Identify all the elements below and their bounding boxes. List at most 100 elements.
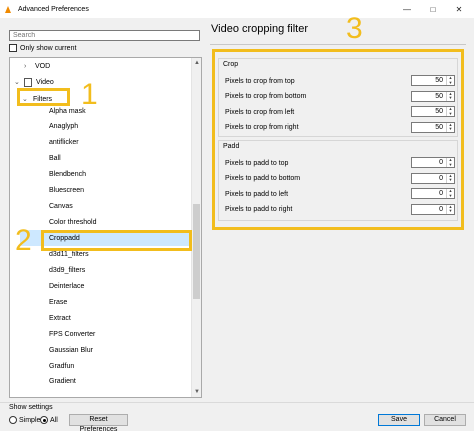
croppadd-highlight-box	[41, 230, 192, 251]
crop-value[interactable]: 50	[412, 92, 446, 101]
save-button[interactable]: Save	[378, 414, 420, 426]
spin-arrows-icon[interactable]: ▲ ▼	[446, 157, 454, 168]
filter-item[interactable]: Anaglyph	[49, 119, 78, 135]
spin-down-icon[interactable]: ▼	[447, 80, 454, 86]
filter-item-label: Canvas	[49, 203, 73, 211]
tree-item-label: VOD	[35, 62, 51, 70]
filter-item-label: d3d11_filters	[49, 250, 89, 258]
filter-item-label: Gradfun	[49, 362, 75, 370]
spin-down-icon[interactable]: ▼	[447, 111, 454, 117]
padd-field-row: Pixels to padd to right 0 ▲ ▼	[225, 203, 459, 216]
filter-item[interactable]: Extract	[49, 310, 71, 326]
crop-value-spinbox[interactable]: 50 ▲ ▼	[411, 75, 455, 86]
filter-item[interactable]: Gradfun	[49, 358, 74, 374]
vlc-cone-icon	[4, 5, 13, 14]
spin-arrows-icon[interactable]: ▲ ▼	[446, 106, 454, 117]
simple-label: Simple	[19, 416, 41, 424]
minimize-button[interactable]: —	[396, 0, 418, 18]
padd-field-row: Pixels to padd to bottom 0 ▲ ▼	[225, 172, 459, 185]
spin-arrows-icon[interactable]: ▲ ▼	[446, 188, 454, 199]
crop-value[interactable]: 50	[412, 76, 446, 85]
panel-title: Video cropping filter	[211, 23, 309, 35]
filter-item-label: Gaussian Blur	[49, 346, 93, 354]
spin-arrows-icon[interactable]: ▲ ▼	[446, 122, 454, 132]
spin-arrows-icon[interactable]: ▲ ▼	[446, 173, 454, 183]
search-input[interactable]	[9, 30, 200, 41]
filter-item-label: Blendbench	[49, 171, 86, 179]
filter-item-label: Anaglyph	[49, 123, 79, 131]
padd-value-spinbox[interactable]: 0 ▲ ▼	[411, 203, 455, 215]
scroll-down-icon[interactable]: ▼	[192, 387, 201, 397]
only-show-current-label: Only show current	[20, 44, 77, 52]
filter-item-label: Erase	[49, 298, 68, 306]
padd-field-row: Pixels to padd to left 0 ▲ ▼	[225, 188, 459, 200]
padd-field-label: Pixels to padd to right	[225, 206, 293, 213]
padd-field-label: Pixels to padd to top	[225, 159, 289, 167]
crop-value-spinbox[interactable]: 50 ▲ ▼	[411, 90, 455, 102]
maximize-button[interactable]: □	[422, 0, 444, 18]
spin-arrows-icon[interactable]: ▲ ▼	[446, 91, 454, 101]
spin-down-icon[interactable]: ▼	[447, 177, 454, 183]
crop-value[interactable]: 50	[412, 107, 446, 116]
only-show-current-checkbox[interactable]	[9, 44, 17, 52]
tree-item-label: Video	[36, 78, 54, 86]
crop-field-label: Pixels to crop from top	[225, 77, 295, 85]
scrollbar-thumb[interactable]	[193, 204, 200, 299]
padd-field-label: Pixels to padd to left	[225, 190, 289, 198]
scroll-up-icon[interactable]: ▲	[192, 58, 201, 68]
filter-item[interactable]: Bluescreen	[49, 183, 84, 199]
annotation-number-2: 2	[15, 224, 32, 257]
filter-item[interactable]: Gradient	[49, 374, 76, 390]
spin-down-icon[interactable]: ▼	[447, 193, 454, 199]
simple-radio[interactable]	[9, 416, 17, 424]
filter-item-label: Ball	[49, 155, 61, 163]
tree-scrollbar[interactable]: ▲ ▼	[191, 58, 201, 397]
padd-value[interactable]: 0	[412, 174, 446, 183]
cancel-button[interactable]: Cancel	[424, 414, 466, 426]
filter-item[interactable]: Color threshold	[49, 215, 96, 231]
filter-item[interactable]: Gaussian Blur	[49, 342, 93, 358]
padd-value-spinbox[interactable]: 0 ▲ ▼	[411, 157, 455, 168]
all-radio[interactable]	[40, 416, 48, 424]
filter-item[interactable]: FPS Converter	[49, 326, 95, 342]
spin-arrows-icon[interactable]: ▲ ▼	[446, 75, 454, 86]
filter-item[interactable]: Erase	[49, 294, 67, 310]
tree-item-vod[interactable]: › VOD	[24, 58, 50, 74]
filter-item[interactable]: Deinterlace	[49, 278, 84, 294]
spin-down-icon[interactable]: ▼	[447, 162, 454, 168]
spin-down-icon[interactable]: ▼	[447, 95, 454, 101]
reset-preferences-button[interactable]: Reset Preferences	[69, 414, 128, 431]
filter-item[interactable]: d3d9_filters	[49, 262, 85, 278]
padd-field-row: Pixels to padd to top 0 ▲ ▼	[225, 157, 459, 169]
preferences-tree[interactable]: › VOD ⌄ Video ⌄ Filters Alpha mask Anagly…	[9, 57, 202, 398]
padd-groupbox: Padd Pixels to padd to top 0 ▲ ▼ Pixels to p…	[218, 140, 458, 221]
padd-value[interactable]: 0	[412, 205, 446, 214]
filter-item[interactable]: antiflicker	[49, 135, 79, 151]
expand-chevron-icon[interactable]: ›	[24, 63, 35, 70]
spin-down-icon[interactable]: ▼	[447, 126, 454, 132]
simple-option[interactable]: Simple	[9, 416, 40, 424]
padd-value-spinbox[interactable]: 0 ▲ ▼	[411, 188, 455, 199]
padd-value[interactable]: 0	[412, 158, 446, 167]
only-show-current-option[interactable]: Only show current	[9, 44, 76, 52]
filter-item[interactable]: Blendbench	[49, 167, 86, 183]
spin-arrows-icon[interactable]: ▲ ▼	[446, 204, 454, 214]
collapse-chevron-icon[interactable]: ⌄	[14, 78, 24, 86]
padd-value[interactable]: 0	[412, 189, 446, 198]
all-option[interactable]: All	[40, 416, 58, 424]
crop-value[interactable]: 50	[412, 123, 446, 132]
filter-item[interactable]: Ball	[49, 151, 61, 167]
all-label: All	[50, 416, 58, 424]
close-button[interactable]: ✕	[448, 0, 470, 18]
padd-value-spinbox[interactable]: 0 ▲ ▼	[411, 172, 455, 184]
spin-down-icon[interactable]: ▼	[447, 208, 454, 214]
filter-item-label: FPS Converter	[49, 330, 96, 338]
filter-item-label: Gradient	[49, 378, 76, 386]
crop-value-spinbox[interactable]: 50 ▲ ▼	[411, 106, 455, 117]
filter-item[interactable]: Canvas	[49, 199, 73, 215]
filter-item-label: antiflicker	[49, 139, 79, 147]
annotation-number-3: 3	[346, 12, 363, 45]
crop-field-row: Pixels to crop from bottom 50 ▲ ▼	[225, 90, 459, 103]
window-title: Advanced Preferences	[18, 5, 89, 13]
crop-value-spinbox[interactable]: 50 ▲ ▼	[411, 121, 455, 133]
